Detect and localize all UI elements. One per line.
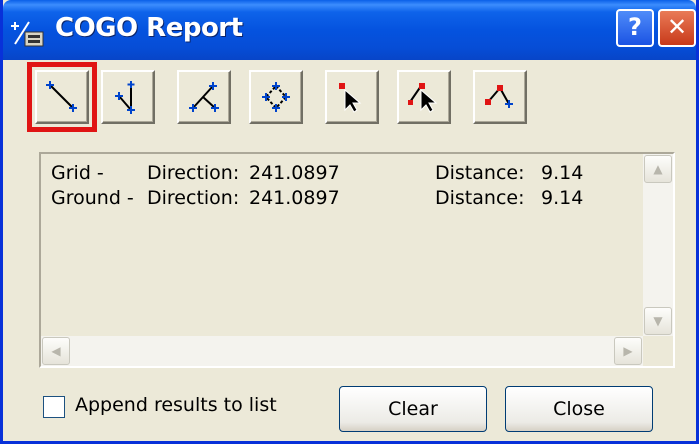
distance-label: Distance: <box>435 162 525 184</box>
circle-tool-button[interactable] <box>249 70 303 124</box>
vertex-angle-button[interactable] <box>473 70 527 124</box>
angle-tool-button[interactable] <box>101 70 155 124</box>
circle-tool-icon <box>262 82 290 112</box>
report-row-grid: Grid - Direction: 241.0897 Distance: 9.1… <box>51 162 633 187</box>
title-bar[interactable]: COGO Report ? ✕ <box>3 0 696 60</box>
append-results-checkbox[interactable] <box>43 396 65 418</box>
cogo-report-window: COGO Report ? ✕ Grid - Direction: 241.08… <box>0 0 699 444</box>
report-lines: Grid - Direction: 241.0897 Distance: 9.1… <box>51 162 633 212</box>
row-label: Ground - <box>51 187 134 209</box>
scroll-up-icon[interactable]: ▲ <box>644 155 672 183</box>
vertical-scrollbar[interactable]: ▲ ▼ <box>643 154 673 336</box>
horizontal-scrollbar[interactable]: ◀ ▶ <box>41 336 643 366</box>
select-point-button[interactable] <box>325 70 379 124</box>
line-tool-icon <box>46 81 77 112</box>
direction-value: 241.0897 <box>249 187 340 209</box>
line-tool-button[interactable] <box>27 62 97 132</box>
window-title: COGO Report <box>55 13 243 43</box>
direction-label: Direction: <box>147 187 240 209</box>
triangle-tool-icon <box>189 82 219 112</box>
distance-label: Distance: <box>435 187 525 209</box>
help-button[interactable]: ? <box>616 9 654 47</box>
close-window-button[interactable]: ✕ <box>658 9 696 47</box>
direction-label: Direction: <box>147 162 240 184</box>
close-button[interactable]: Close <box>505 386 653 432</box>
distance-value: 9.14 <box>541 162 584 184</box>
report-output-box[interactable]: Grid - Direction: 241.0897 Distance: 9.1… <box>39 152 675 368</box>
angle-tool-icon <box>115 81 135 114</box>
select-vertex-icon <box>408 83 438 113</box>
select-vertex-button[interactable] <box>397 70 451 124</box>
append-results-label[interactable]: Append results to list <box>75 394 277 416</box>
report-row-ground: Ground - Direction: 241.0897 Distance: 9… <box>51 187 633 212</box>
row-label: Grid - <box>51 162 104 184</box>
scrollbar-corner <box>643 336 673 366</box>
scroll-down-icon[interactable]: ▼ <box>644 307 672 335</box>
scroll-left-icon[interactable]: ◀ <box>42 337 70 365</box>
direction-value: 241.0897 <box>249 162 340 184</box>
clear-button[interactable]: Clear <box>339 386 487 432</box>
select-point-icon <box>339 83 362 113</box>
distance-value: 9.14 <box>541 187 584 209</box>
triangle-tool-button[interactable] <box>177 70 231 124</box>
vertex-angle-icon <box>485 85 513 108</box>
cogo-report-icon <box>11 21 44 47</box>
scroll-right-icon[interactable]: ▶ <box>614 337 642 365</box>
